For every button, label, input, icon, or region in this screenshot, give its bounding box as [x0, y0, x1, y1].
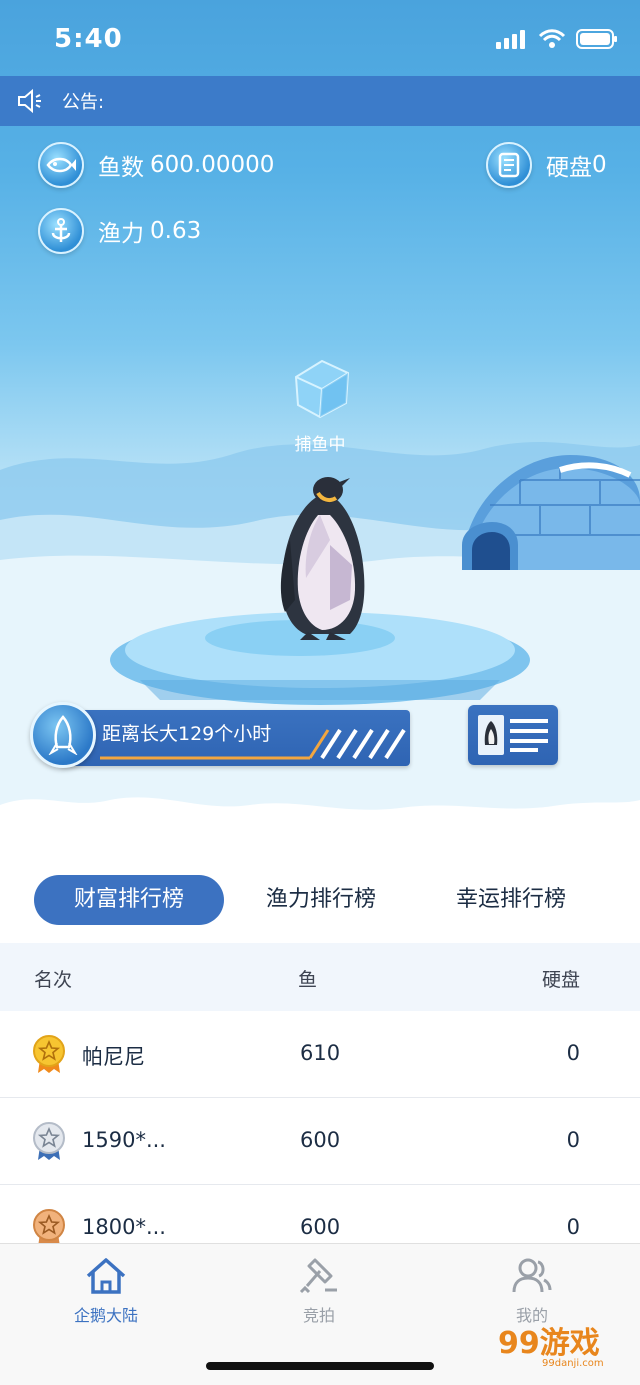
- fishing-power-stat[interactable]: 渔力 0.63: [38, 208, 201, 254]
- game-scene: 5:40 公告: 鱼数 600.00000 硬盘 0 渔力 0.63 捕鱼中 距…: [0, 0, 640, 860]
- header-rank: 名次: [34, 969, 73, 991]
- disk-stat[interactable]: 硬盘 0: [486, 142, 607, 188]
- leaderboard-row[interactable]: 帕尼尼 610 0: [0, 1011, 640, 1098]
- auction-hammer-icon: [299, 1258, 337, 1294]
- leaderboard-header: 名次 鱼 硬盘: [0, 943, 640, 1011]
- tab-power-ranking[interactable]: 渔力排行榜: [226, 875, 416, 925]
- tab-wealth-ranking[interactable]: 财富排行榜: [34, 875, 224, 925]
- watermark-logo: 99游戏 99danji.com: [498, 1318, 604, 1369]
- player-fish: 600: [300, 1128, 341, 1152]
- tab-luck-ranking[interactable]: 幸运排行榜: [416, 875, 606, 925]
- rocket-icon: [30, 702, 96, 768]
- player-disk: 0: [566, 1041, 580, 1065]
- status-icons: [496, 28, 618, 50]
- header-disk: 硬盘: [541, 969, 580, 991]
- player-fish: 610: [300, 1041, 341, 1065]
- gold-medal-icon: [33, 1035, 65, 1073]
- disk-icon: [486, 142, 532, 188]
- home-indicator: [206, 1362, 434, 1370]
- fish-icon: [38, 142, 84, 188]
- notice-bar[interactable]: 公告:: [0, 76, 640, 126]
- player-name: 1800*...: [82, 1215, 166, 1239]
- status-bar: 5:40: [0, 0, 640, 76]
- wifi-icon: [538, 29, 566, 48]
- disk-value: 0: [592, 152, 607, 178]
- tab-label: 企鹅大陆: [73, 1306, 138, 1325]
- growth-progress-bar[interactable]: 距离长大129个小时: [30, 702, 410, 768]
- fish-value: 600.00000: [150, 152, 275, 178]
- catch-status-label: 捕鱼中: [294, 435, 346, 455]
- battery-icon: [576, 29, 617, 49]
- penguin-profile-button[interactable]: [468, 705, 558, 765]
- power-value: 0.63: [150, 218, 202, 244]
- growth-text: 距离长大129个小时: [102, 723, 272, 745]
- watermark-sub: 99danji.com: [542, 1358, 604, 1369]
- tab-mine[interactable]: 我的: [472, 1256, 592, 1326]
- tab-auction[interactable]: 竞拍: [259, 1256, 379, 1326]
- status-time: 5:40: [54, 24, 123, 54]
- user-icon: [512, 1258, 552, 1293]
- signal-icon: [496, 30, 525, 49]
- tab-label: 竞拍: [302, 1306, 335, 1325]
- leaderboard-row[interactable]: 1590*... 600 0: [0, 1098, 640, 1185]
- fish-label: 鱼数: [98, 155, 144, 181]
- silver-medal-icon: [33, 1122, 65, 1160]
- fish-count-stat[interactable]: 鱼数 600.00000: [38, 142, 274, 188]
- speaker-icon: [18, 88, 41, 114]
- home-icon: [86, 1258, 126, 1294]
- anchor-icon: [38, 208, 84, 254]
- header-fish: 鱼: [298, 969, 318, 991]
- watermark-text: 99游戏: [498, 1326, 600, 1361]
- power-label: 渔力: [98, 221, 144, 247]
- notice-label: 公告:: [62, 92, 105, 113]
- leaderboard-tabs: 财富排行榜 渔力排行榜 幸运排行榜: [0, 870, 640, 932]
- disk-label: 硬盘: [546, 155, 592, 181]
- player-name: 帕尼尼: [82, 1045, 145, 1069]
- player-disk: 0: [566, 1215, 580, 1239]
- tab-penguin-land[interactable]: 企鹅大陆: [46, 1256, 166, 1326]
- player-name: 1590*...: [82, 1128, 166, 1152]
- ice-cube-icon[interactable]: [290, 355, 354, 421]
- player-disk: 0: [566, 1128, 580, 1152]
- penguin-card-icon: [478, 715, 548, 755]
- player-fish: 600: [300, 1215, 341, 1239]
